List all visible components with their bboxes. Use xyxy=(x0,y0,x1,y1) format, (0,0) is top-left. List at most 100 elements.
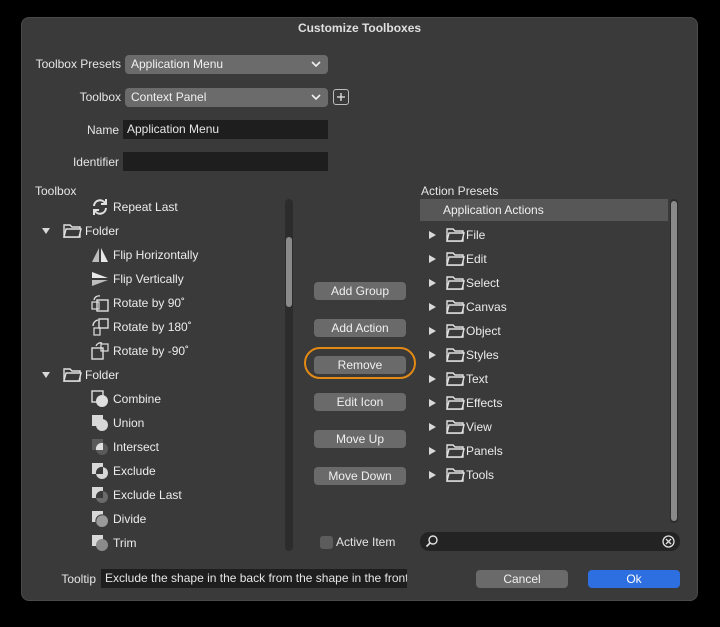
disclosure-closed-icon[interactable] xyxy=(428,398,437,408)
disclosure-closed-icon[interactable] xyxy=(428,254,437,264)
tree-item[interactable]: Union xyxy=(90,411,144,435)
tree-folder[interactable]: Folder xyxy=(40,219,119,243)
tree-item[interactable]: Flip Vertically xyxy=(90,267,184,291)
action-preset-label: Panels xyxy=(466,444,503,458)
tree-item[interactable]: Combine xyxy=(90,387,161,411)
add-group-button[interactable]: Add Group xyxy=(314,282,406,300)
edit-icon-button[interactable]: Edit Icon xyxy=(314,393,406,411)
tree-item-label: Exclude Last xyxy=(113,488,182,502)
tree-folder-label: Folder xyxy=(85,368,120,382)
move-up-button[interactable]: Move Up xyxy=(314,430,406,448)
tree-item[interactable]: Divide xyxy=(90,507,146,531)
folder-icon xyxy=(446,348,465,362)
action-preset-canvas[interactable]: Canvas xyxy=(428,295,507,319)
tree-item[interactable]: Rotate by 180˚ xyxy=(90,315,192,339)
disclosure-closed-icon[interactable] xyxy=(428,470,437,480)
cancel-button[interactable]: Cancel xyxy=(476,570,568,588)
move-down-button[interactable]: Move Down xyxy=(314,467,406,485)
tree-item[interactable]: Exclude Last xyxy=(90,483,182,507)
chevron-down-icon xyxy=(311,61,321,68)
tree-item-label: Rotate by 180˚ xyxy=(113,320,192,334)
folder-icon xyxy=(63,368,82,382)
disclosure-closed-icon[interactable] xyxy=(428,302,437,312)
action-preset-label: Tools xyxy=(466,468,495,482)
toolbox-tree-scroll-thumb[interactable] xyxy=(286,237,292,307)
action-preset-label: Text xyxy=(466,372,489,386)
action-preset-label: Canvas xyxy=(466,300,507,314)
add-action-button[interactable]: Add Action xyxy=(314,319,406,337)
identifier-label: Identifier xyxy=(72,155,119,169)
remove-button[interactable]: Remove xyxy=(314,356,406,374)
tree-item-label: Divide xyxy=(113,512,147,526)
disclosure-closed-icon[interactable] xyxy=(428,374,437,384)
action-preset-effects[interactable]: Effects xyxy=(428,391,502,415)
folder-icon xyxy=(446,276,465,290)
action-search-field[interactable] xyxy=(420,532,680,551)
action-preset-view[interactable]: View xyxy=(428,415,492,439)
disclosure-open-icon[interactable] xyxy=(40,225,52,237)
toolbox-tree-scrollbar[interactable] xyxy=(285,199,293,551)
clear-search-icon[interactable] xyxy=(661,534,676,549)
tree-item-label: Flip Horizontally xyxy=(113,248,199,262)
action-preset-object[interactable]: Object xyxy=(428,319,501,343)
action-preset-label: Object xyxy=(466,324,501,338)
tree-item[interactable]: Trim xyxy=(90,531,137,551)
action-preset-text[interactable]: Text xyxy=(428,367,488,391)
tree-item[interactable]: Repeat Last xyxy=(90,199,178,219)
tree-item[interactable]: Exclude xyxy=(90,459,156,483)
toolbox-tree: Repeat Last Folder Flip Horizontally Fli… xyxy=(34,199,296,551)
tree-item[interactable]: Flip Horizontally xyxy=(90,243,198,267)
union-icon xyxy=(92,415,108,431)
action-presets-list: Application Actions File Edit Select Canvas… xyxy=(420,199,668,523)
active-item-checkbox[interactable] xyxy=(320,536,333,549)
action-preset-label: Select xyxy=(466,276,500,290)
name-field[interactable]: Application Menu xyxy=(123,120,328,139)
action-presets-scroll-thumb[interactable] xyxy=(671,201,677,521)
folder-icon xyxy=(446,300,465,314)
add-toolbox-button[interactable] xyxy=(333,89,349,105)
disclosure-closed-icon[interactable] xyxy=(428,230,437,240)
tree-item[interactable]: Intersect xyxy=(90,435,159,459)
disclosure-closed-icon[interactable] xyxy=(428,446,437,456)
identifier-field[interactable] xyxy=(123,152,328,171)
action-preset-edit[interactable]: Edit xyxy=(428,247,487,271)
action-preset-tools[interactable]: Tools xyxy=(428,463,494,487)
folder-icon xyxy=(446,444,465,458)
action-preset-file[interactable]: File xyxy=(428,223,485,247)
disclosure-closed-icon[interactable] xyxy=(428,422,437,432)
tree-item[interactable]: Rotate by 90˚ xyxy=(90,291,185,315)
action-preset-select[interactable]: Select xyxy=(428,271,499,295)
dialog-title: Customize Toolboxes xyxy=(297,21,422,35)
action-presets-label: Action Presets xyxy=(421,184,499,198)
action-preset-styles[interactable]: Styles xyxy=(428,343,499,367)
disclosure-closed-icon[interactable] xyxy=(428,326,437,336)
divide-icon xyxy=(92,511,108,527)
disclosure-closed-icon[interactable] xyxy=(428,350,437,360)
repeat-icon xyxy=(93,199,107,215)
action-presets-scrollbar[interactable] xyxy=(670,199,678,523)
action-presets-header[interactable]: Application Actions xyxy=(420,199,668,221)
toolbox-select[interactable]: Context Panel xyxy=(125,88,328,107)
toolbox-presets-select[interactable]: Application Menu xyxy=(125,55,328,74)
tree-folder[interactable]: Folder xyxy=(40,363,119,387)
folder-icon xyxy=(63,224,82,238)
flip-horizontal-icon xyxy=(92,248,108,262)
tree-item[interactable]: Rotate by -90˚ xyxy=(90,339,189,363)
plus-icon xyxy=(337,93,345,101)
tree-item-label: Rotate by 90˚ xyxy=(113,296,186,310)
rotate-minus-90-icon xyxy=(91,342,109,360)
exclude-icon xyxy=(92,463,108,479)
action-preset-label: View xyxy=(466,420,492,434)
customize-toolboxes-dialog: Customize Toolboxes Toolbox Presets Appl… xyxy=(21,17,698,601)
action-preset-label: Effects xyxy=(466,396,503,410)
toolbox-value: Context Panel xyxy=(131,90,207,104)
flip-vertical-icon xyxy=(92,272,108,286)
disclosure-open-icon[interactable] xyxy=(40,369,52,381)
tooltip-label: Tooltip xyxy=(61,572,96,586)
disclosure-closed-icon[interactable] xyxy=(428,278,437,288)
tree-item-label: Rotate by -90˚ xyxy=(113,344,190,358)
ok-button[interactable]: Ok xyxy=(588,570,680,588)
action-preset-panels[interactable]: Panels xyxy=(428,439,503,463)
tooltip-field[interactable]: Exclude the shape in the back from the s… xyxy=(101,569,407,588)
folder-icon xyxy=(446,228,465,242)
